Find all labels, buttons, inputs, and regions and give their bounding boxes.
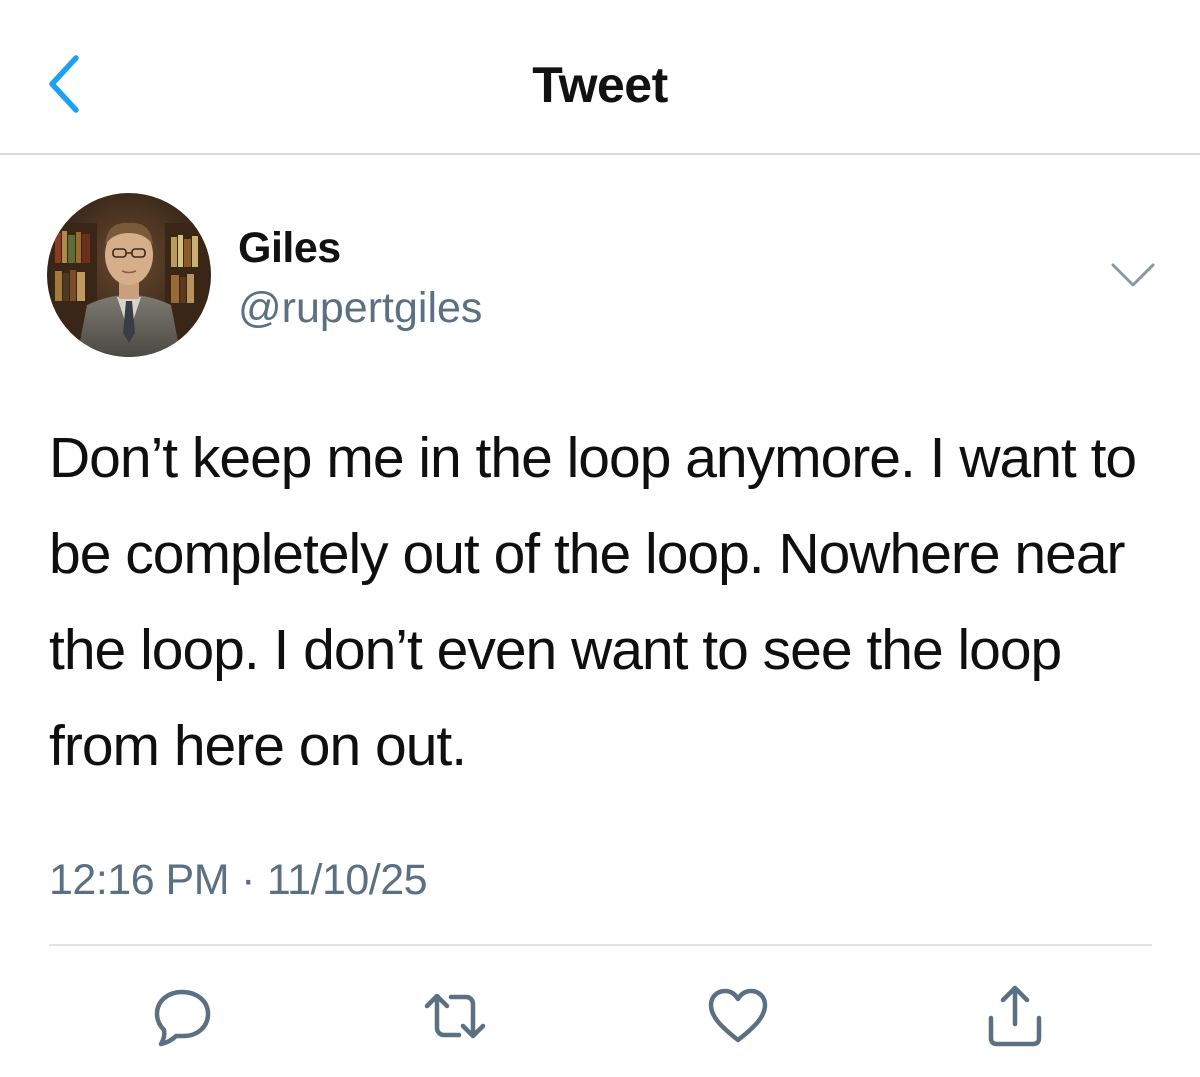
comment-icon (154, 989, 211, 1047)
page-title: Tweet (532, 57, 668, 113)
avatar[interactable] (47, 193, 211, 357)
timestamp-separator: · (241, 856, 255, 904)
retweet-button[interactable] (423, 984, 487, 1048)
chevron-down-icon (1111, 263, 1155, 287)
navigation-header: Tweet (0, 0, 1200, 155)
tweet-date: 11/10/25 (266, 856, 428, 904)
share-button[interactable] (983, 984, 1047, 1048)
author-name[interactable]: Giles (238, 222, 341, 274)
tweet-timestamp[interactable]: 12:16 PM · 11/10/25 (49, 852, 428, 908)
like-button[interactable] (706, 984, 770, 1048)
retweet-icon (424, 993, 486, 1039)
tweet-time: 12:16 PM (49, 856, 230, 904)
heart-icon (708, 988, 768, 1043)
share-icon (988, 985, 1042, 1047)
author-handle[interactable]: @rupertgiles (238, 282, 482, 334)
divider (49, 944, 1152, 946)
tweet-text: Don’t keep me in the loop anymore. I wan… (49, 426, 1151, 778)
reply-button[interactable] (152, 984, 216, 1048)
profile-photo-image (47, 193, 211, 357)
more-options-button[interactable] (1107, 255, 1159, 295)
